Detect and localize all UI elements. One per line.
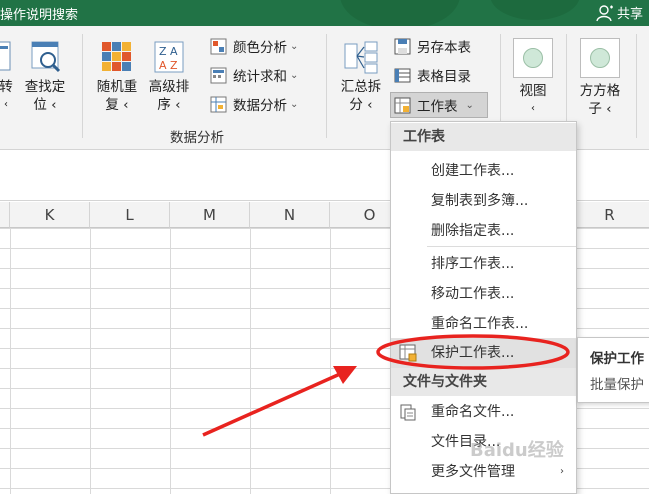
fangfangge-button[interactable]: 方方格 子 ‹ (574, 38, 626, 118)
chevron-down-icon: ⌄ (465, 99, 474, 111)
table-directory-button[interactable]: 表格目录 (394, 63, 471, 87)
advanced-sort-label-2: 序 ‹ (157, 97, 181, 113)
save-this-sheet-label: 另存本表 (417, 40, 471, 56)
menu-section-worksheet: 工作表 (391, 123, 576, 151)
zhuan-label: 转 (0, 79, 13, 95)
color-analysis-button[interactable]: 颜色分析 ⌄ (210, 34, 298, 58)
find-locate-label-1: 查找定 (24, 79, 66, 95)
protect-sheet-icon (399, 344, 417, 362)
protect-sheet-tooltip: 保护工作 批量保护 (577, 337, 649, 403)
svg-text:A: A (170, 45, 178, 58)
zhuan-caret: ‹ (4, 99, 8, 110)
protect-sheets-label: 保护工作表... (431, 345, 515, 361)
chevron-down-icon: ⌄ (290, 98, 299, 110)
summary-split-button[interactable]: 汇总拆 分 ‹ (336, 40, 386, 114)
column-header-l[interactable]: L (90, 202, 170, 228)
color-grid-icon (210, 38, 227, 54)
svg-text:Z: Z (170, 59, 178, 72)
advanced-sort-label-1: 高级排 (148, 79, 190, 95)
data-sheet-icon (210, 96, 227, 112)
menu-separator (427, 246, 576, 247)
column-header-r[interactable]: R (570, 202, 649, 228)
share-button[interactable]: 共享 (596, 3, 643, 22)
more-file-management-label: 更多文件管理 (431, 464, 515, 480)
stat-sum-label: 统计求和 (233, 69, 287, 85)
split-icon (343, 40, 379, 74)
menu-item-move-sheets[interactable]: 移动工作表... (391, 279, 576, 309)
title-bar: 操作说明搜索 共享 (0, 0, 649, 30)
ribbon-separator (636, 34, 637, 138)
fangfangge-label-2: 子 ‹ (588, 101, 612, 117)
rename-file-icon (400, 404, 416, 421)
tell-me-search[interactable]: 操作说明搜索 (0, 4, 78, 23)
worksheet-dropdown-button[interactable]: 工作表 ⌄ (390, 92, 488, 118)
svg-text:A: A (159, 59, 167, 72)
column-header-m[interactable]: M (170, 202, 250, 228)
share-label: 共享 (617, 7, 644, 22)
random-repeat-label-2: 复 ‹ (105, 97, 129, 113)
zhuan-button[interactable]: 转 ‹ (0, 40, 18, 114)
view-circle-icon (513, 38, 553, 78)
worksheet-icon (394, 97, 411, 113)
find-locate-label-2: 位 ‹ (33, 97, 57, 113)
advanced-sort-button[interactable]: Z A A Z 高级排 序 ‹ (144, 40, 194, 114)
find-locate-button[interactable]: 查找定 位 ‹ (20, 40, 70, 114)
save-this-sheet-button[interactable]: 另存本表 (394, 34, 471, 58)
column-header-n[interactable]: N (250, 202, 330, 228)
data-analysis-button[interactable]: 数据分析 ⌄ (210, 92, 298, 116)
column-header-partial[interactable] (0, 202, 10, 228)
menu-item-protect-sheets[interactable]: 保护工作表... (391, 338, 576, 368)
random-repeat-button[interactable]: 随机重 复 ‹ (92, 40, 142, 114)
menu-item-rename-sheets[interactable]: 重命名工作表... (391, 309, 576, 339)
stat-sum-button[interactable]: 统计求和 ⌄ (210, 63, 298, 87)
find-icon (26, 40, 64, 74)
summary-split-label-1: 汇总拆 (340, 79, 382, 95)
ribbon-separator (82, 34, 83, 138)
excel-window: 操作说明搜索 共享 转 ‹ 查找定 位 ‹ 随机重 复 ‹ Z A A Z 高级… (0, 0, 649, 494)
transfer-icon (0, 40, 16, 74)
worksheet-label: 工作表 (417, 99, 458, 115)
menu-item-create-sheet[interactable]: 创建工作表... (391, 156, 576, 186)
ribbon-separator (326, 34, 327, 138)
chevron-down-icon: ⌄ (290, 40, 299, 52)
save-sheet-icon (394, 38, 411, 54)
menu-item-delete-sheets[interactable]: 删除指定表... (391, 216, 576, 246)
menu-item-copy-to-books[interactable]: 复制表到多簿... (391, 186, 576, 216)
person-icon (596, 4, 613, 21)
sort-az-icon: Z A A Z (152, 40, 186, 74)
data-analysis-label: 数据分析 (233, 98, 287, 114)
summary-split-label-2: 分 ‹ (349, 97, 373, 113)
tooltip-title: 保护工作 (590, 351, 644, 367)
menu-item-sort-sheets[interactable]: 排序工作表... (391, 249, 576, 279)
color-analysis-label: 颜色分析 (233, 40, 287, 56)
view-label: 视图 (519, 83, 547, 99)
random-repeat-label-1: 随机重 (96, 79, 138, 95)
svg-text:Z: Z (159, 45, 167, 58)
decorative-circle (490, 0, 580, 20)
random-grid-icon (100, 40, 134, 74)
chevron-down-icon: ⌄ (290, 69, 299, 81)
tooltip-body: 批量保护 (590, 377, 644, 393)
group-label-data-analysis: 数据分析 (170, 130, 224, 146)
view-caret: ‹ (531, 103, 535, 114)
fangfangge-label-1: 方方格 (579, 83, 621, 99)
column-header-k[interactable]: K (10, 202, 90, 228)
menu-item-rename-files[interactable]: 重命名文件... (391, 397, 576, 427)
menu-section-files: 文件与文件夹 (391, 368, 576, 396)
rename-files-label: 重命名文件... (431, 404, 515, 420)
table-list-icon (394, 68, 411, 82)
watermark: Baidu经验 (470, 440, 564, 461)
view-button[interactable]: 视图 ‹ (510, 38, 556, 118)
fangfangge-circle-icon (580, 38, 620, 78)
table-directory-label: 表格目录 (417, 69, 471, 85)
calculator-icon (210, 67, 227, 83)
